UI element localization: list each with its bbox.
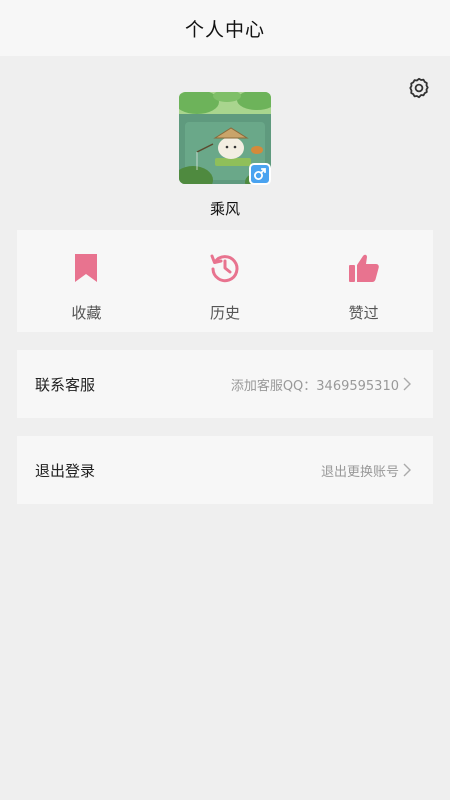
gear-icon <box>409 77 429 99</box>
gender-badge <box>249 163 271 185</box>
thumbs-up-icon <box>348 254 379 282</box>
logout-row[interactable]: 退出登录 退出更换账号 <box>17 436 433 504</box>
history-label: 历史 <box>210 304 241 322</box>
favorites-label: 收藏 <box>71 304 102 322</box>
contact-support-label: 联系客服 <box>35 375 96 394</box>
contact-support-value: 添加客服QQ：3469595310 <box>230 378 399 394</box>
chevron-right-icon <box>403 377 411 391</box>
nickname: 乘风 <box>209 200 240 218</box>
logout-label: 退出登录 <box>35 461 96 480</box>
settings-button[interactable] <box>405 74 433 102</box>
history-button[interactable]: 历史 <box>156 230 295 332</box>
top-bar: 个人中心 <box>0 0 450 56</box>
history-icon <box>210 254 239 283</box>
favorites-button[interactable]: 收藏 <box>17 230 156 332</box>
contact-support-row[interactable]: 联系客服 添加客服QQ：3469595310 <box>17 350 433 418</box>
male-icon <box>254 168 266 180</box>
logout-value: 退出更换账号 <box>320 464 399 480</box>
bookmark-icon <box>75 254 98 282</box>
page-title: 个人中心 <box>184 18 265 41</box>
quick-actions-card: 收藏 历史 赞过 <box>17 230 433 332</box>
liked-label: 赞过 <box>348 304 379 322</box>
chevron-right-icon <box>403 463 411 477</box>
liked-button[interactable]: 赞过 <box>294 230 433 332</box>
